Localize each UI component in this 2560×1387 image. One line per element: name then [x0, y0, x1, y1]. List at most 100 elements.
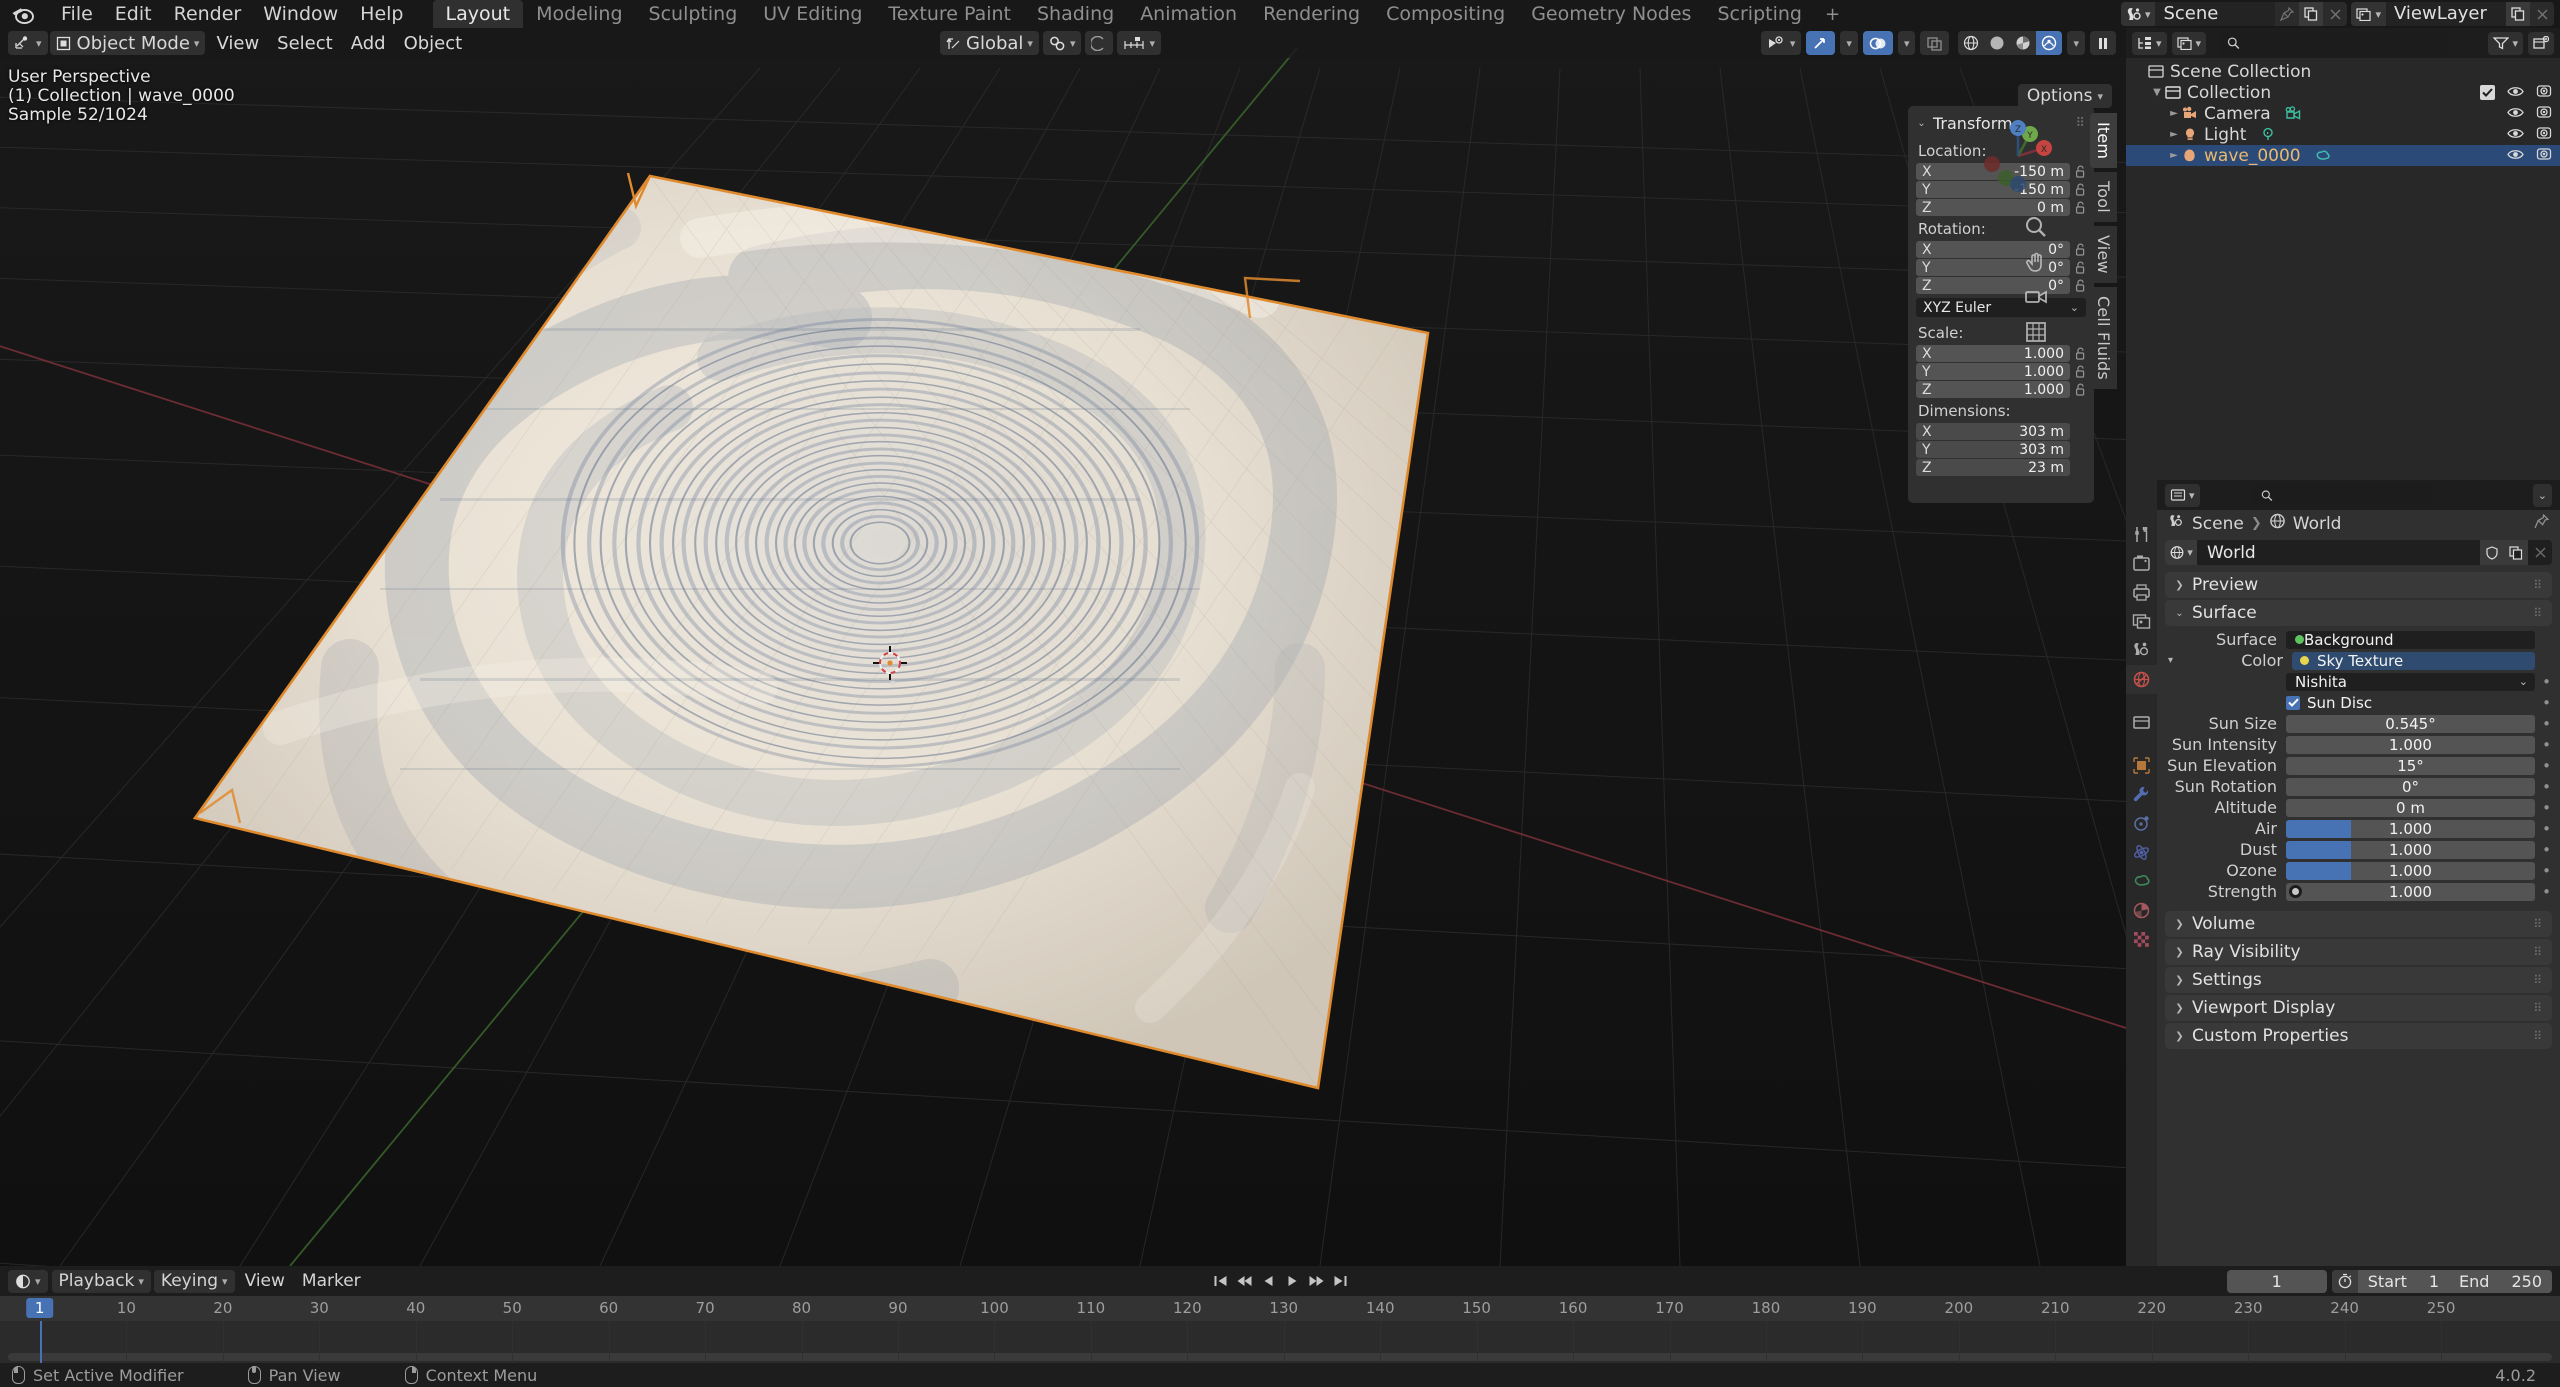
auto-keying-timer-icon[interactable] [2331, 1269, 2358, 1293]
properties-search-input[interactable] [2277, 486, 2426, 504]
lock-icon[interactable] [2074, 442, 2086, 457]
timeline-menu-view[interactable]: View [238, 1270, 292, 1293]
outliner-search-input[interactable] [2245, 33, 2442, 53]
outliner-editor[interactable]: ▾ ▾ ▾ Scene Collection ▼ Collection ► Camera… [2126, 28, 2560, 480]
timeline-editor[interactable]: ▾ Playback ▾ Keying ▾ View Marker 1 Star… [0, 1266, 2560, 1363]
properties-tab-texture[interactable] [2126, 925, 2157, 954]
hide-in-viewport-icon[interactable] [2507, 83, 2524, 103]
mesh-data-icon[interactable] [2313, 147, 2333, 165]
properties-tab-tool[interactable] [2126, 520, 2157, 549]
workspace-tab-scripting[interactable]: Scripting [1704, 0, 1815, 28]
shading-options-button[interactable]: ▾ [2067, 31, 2085, 55]
outliner-row-wave-0000[interactable]: ► wave_0000 [2126, 145, 2560, 166]
toggle-orthographic-icon[interactable] [2022, 318, 2050, 346]
shading-mode-group[interactable] [1958, 31, 2063, 55]
navigation-gizmo[interactable]: X Y Z [1972, 110, 2064, 202]
disable-in-renders-icon[interactable] [2536, 146, 2552, 166]
workspace-tab-shading[interactable]: Shading [1024, 0, 1127, 28]
scene-pin-icon[interactable] [2275, 2, 2299, 26]
outliner-row-scene-collection[interactable]: Scene Collection [2126, 61, 2560, 82]
outliner-display-mode-button[interactable]: ▾ [2171, 31, 2207, 55]
lock-icon[interactable] [2074, 382, 2086, 397]
play-button[interactable] [1282, 1270, 1303, 1293]
lock-icon[interactable] [2074, 278, 2086, 293]
proportional-editing-button[interactable] [1085, 31, 1114, 55]
viewport-menu-object[interactable]: Object [395, 31, 472, 55]
workspace-tab-modeling[interactable]: Modeling [523, 0, 635, 28]
sky-field-sun-rotation[interactable]: 0° [2286, 777, 2535, 796]
hide-in-viewport-icon[interactable] [2507, 146, 2524, 166]
shading-solid-button[interactable] [1984, 31, 2010, 55]
unlink-world-button[interactable] [2528, 540, 2552, 565]
animate-dot-icon[interactable]: • [2541, 883, 2552, 901]
hide-in-viewport-icon[interactable] [2507, 125, 2524, 145]
camera-data-icon[interactable] [2283, 105, 2303, 123]
lock-icon[interactable] [2074, 200, 2086, 215]
disclosure-triangle-icon[interactable]: ► [2168, 129, 2180, 140]
pin-id-icon[interactable] [2534, 513, 2550, 534]
shading-wireframe-button[interactable] [1958, 31, 1984, 55]
show-overlays-button[interactable] [1862, 31, 1893, 55]
panel-preview-header[interactable]: ❯ Preview ⠿ [2165, 572, 2552, 598]
start-frame-field[interactable]: Start 1 [2358, 1272, 2449, 1291]
jump-to-start-button[interactable] [1210, 1270, 1231, 1293]
lock-icon[interactable] [2074, 182, 2086, 197]
workspace-tab-texture-paint[interactable]: Texture Paint [875, 0, 1024, 28]
proportional-falloff-button[interactable]: ▾ [1117, 31, 1162, 55]
color-expand-icon[interactable]: ▾ [2165, 655, 2176, 666]
properties-tab-render[interactable] [2126, 549, 2157, 578]
lock-icon[interactable] [2074, 242, 2086, 257]
hide-in-viewport-icon[interactable] [2507, 104, 2524, 124]
viewport-render-canvas[interactable] [0, 28, 2126, 1266]
top-menu-render[interactable]: Render [163, 1, 253, 27]
current-frame-field[interactable]: 1 [2226, 1269, 2327, 1293]
properties-tab-particles[interactable] [2126, 809, 2157, 838]
animate-dot-icon[interactable]: • [2541, 757, 2552, 775]
sky-field-ozone[interactable]: 1.000 [2286, 861, 2535, 880]
panel-ray-visibility-header[interactable]: ❯ Ray Visibility ⠿ [2165, 939, 2552, 965]
timeline-track-area[interactable] [0, 1321, 2560, 1363]
editor-type-button[interactable]: ▾ [8, 31, 48, 55]
workspace-tab-animation[interactable]: Animation [1127, 0, 1250, 28]
sky-field-dust[interactable]: 1.000 [2286, 840, 2535, 859]
workspace-tab-layout[interactable]: Layout [432, 0, 524, 28]
lock-icon[interactable] [2074, 260, 2086, 275]
viewport-menu-add[interactable]: Add [342, 31, 395, 55]
outliner-row-camera[interactable]: ► Camera [2126, 103, 2560, 124]
properties-tab-scene[interactable] [2126, 636, 2157, 665]
outliner-filter-button[interactable]: ▾ [2488, 31, 2523, 55]
disclosure-triangle-icon[interactable]: ► [2168, 108, 2180, 119]
animate-dot-icon[interactable]: • [2541, 778, 2552, 796]
sky-field-strength[interactable]: 1.000 [2286, 882, 2535, 901]
timeline-menu-keying[interactable]: Keying ▾ [153, 1269, 235, 1293]
scene-delete-button[interactable] [2323, 2, 2347, 26]
end-frame-field[interactable]: End 250 [2449, 1272, 2552, 1291]
new-world-button[interactable] [2504, 540, 2528, 565]
breadcrumb-scene-label[interactable]: Scene [2192, 514, 2244, 534]
panel-volume-header[interactable]: ❯ Volume ⠿ [2165, 911, 2552, 937]
outliner-search-box[interactable] [2219, 31, 2450, 55]
3d-viewport[interactable]: ▾ Object Mode ▾ View Select Add Object Glob… [0, 28, 2126, 1266]
sidebar-tab-item[interactable]: Item [2090, 113, 2117, 169]
pause-render-button[interactable] [2090, 31, 2116, 55]
viewport-menu-select[interactable]: Select [268, 31, 342, 55]
workspace-tab-sculpting[interactable]: Sculpting [636, 0, 751, 28]
properties-tab-object[interactable] [2126, 751, 2157, 780]
lock-icon[interactable] [2074, 164, 2086, 179]
viewport-options-button[interactable]: Options ▾ [2017, 84, 2112, 108]
sun-disc-checkbox[interactable]: Sun Disc [2286, 694, 2535, 712]
shading-material-preview-button[interactable] [2010, 31, 2036, 55]
sky-field-air[interactable]: 1.000 [2286, 819, 2535, 838]
snap-magnet-button[interactable]: ▾ [1042, 31, 1082, 55]
lock-icon[interactable] [2074, 346, 2086, 361]
top-menu-file[interactable]: File [50, 1, 104, 27]
sidebar-tab-cell-fluids[interactable]: Cell Fluids [2090, 286, 2117, 389]
scene-name-field[interactable]: Scene [2155, 2, 2276, 26]
surface-shader-value[interactable]: Background [2286, 630, 2535, 649]
play-reverse-button[interactable] [1258, 1270, 1279, 1293]
collection-enable-checkbox[interactable] [2480, 85, 2495, 100]
properties-tab-collection[interactable] [2126, 708, 2157, 737]
scene-selector[interactable]: ▾ Scene [2120, 2, 2348, 26]
transform-field-z[interactable]: Z 23 m [1916, 459, 2070, 476]
properties-tab-view-layer[interactable] [2126, 607, 2157, 636]
